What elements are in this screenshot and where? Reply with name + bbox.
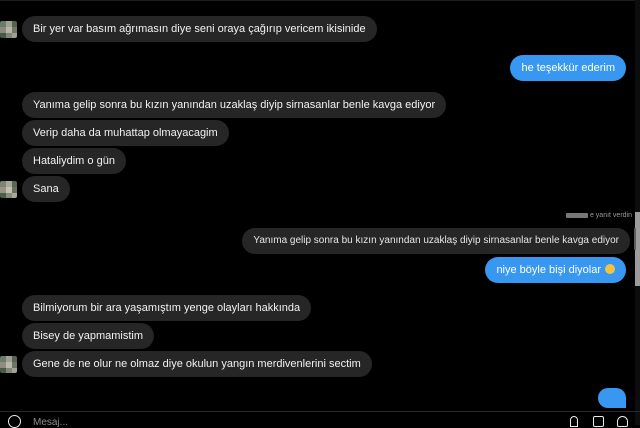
message-bubble-incoming[interactable]: Gene de ne olur ne olmaz diye okulun yan… xyxy=(22,351,372,377)
message-text: Sana xyxy=(33,183,59,195)
image-icon[interactable] xyxy=(593,416,604,427)
sender-avatar[interactable] xyxy=(0,21,17,38)
top-divider xyxy=(0,0,640,1)
message-bubble-outgoing[interactable]: niye böyle bişi diyolar xyxy=(485,257,626,283)
message-bubble-outgoing-partial[interactable] xyxy=(598,388,626,408)
sender-avatar[interactable] xyxy=(0,356,17,373)
message-bubble-incoming[interactable]: Bir yer var basım ağrımasın diye seni or… xyxy=(22,16,377,42)
message-bubble-incoming[interactable]: Bilmiyorum bir ara yaşamıştım yenge olay… xyxy=(22,295,312,321)
quoted-message-text: Yanıma gelip sonra bu kızın yanından uza… xyxy=(253,235,619,246)
microphone-icon[interactable] xyxy=(570,416,578,427)
message-bubble-incoming[interactable]: Verip daha da muhattap olmayacagim xyxy=(22,120,229,146)
reply-note-text: e yanıt verdin xyxy=(589,212,632,219)
message-text: niye böyle bişi diyolar xyxy=(496,264,601,276)
reply-context-label: e yanıt verdin xyxy=(565,212,632,219)
message-text: Bisey de yapmamistim xyxy=(33,330,144,342)
message-bubble-incoming[interactable]: Hataliydim o gün xyxy=(22,148,126,174)
emoji-icon[interactable] xyxy=(8,415,21,428)
redacted-name xyxy=(565,212,588,218)
message-bubble-incoming[interactable]: Sana xyxy=(22,176,70,202)
message-text: Verip daha da muhattap olmayacagim xyxy=(33,127,218,139)
message-text: Yanıma gelip sonra bu kızın yanından uza… xyxy=(33,99,436,111)
heart-icon[interactable] xyxy=(617,416,628,427)
message-bubble-outgoing[interactable]: he teşekkür ederim xyxy=(510,55,626,81)
reply-indicator-bar xyxy=(634,228,636,250)
message-text: he teşekkür ederim xyxy=(521,62,615,74)
message-text: Gene de ne olur ne olmaz diye okulun yan… xyxy=(33,358,361,370)
message-bubble-incoming[interactable]: Yanıma gelip sonra bu kızın yanından uza… xyxy=(22,92,447,118)
quoted-message-bubble[interactable]: Yanıma gelip sonra bu kızın yanından uza… xyxy=(242,228,630,254)
message-text: Bir yer var basım ağrımasın diye seni or… xyxy=(33,23,366,35)
smiling-face-emoji-icon xyxy=(605,264,615,275)
message-bubble-incoming[interactable]: Bisey de yapmamistim xyxy=(22,323,155,349)
message-composer[interactable]: Mesaj... xyxy=(0,411,640,428)
message-text: Bilmiyorum bir ara yaşamıştım yenge olay… xyxy=(33,302,301,314)
message-input[interactable]: Mesaj... xyxy=(33,417,68,428)
sender-avatar[interactable] xyxy=(0,181,17,198)
message-text: Hataliydim o gün xyxy=(33,155,115,167)
